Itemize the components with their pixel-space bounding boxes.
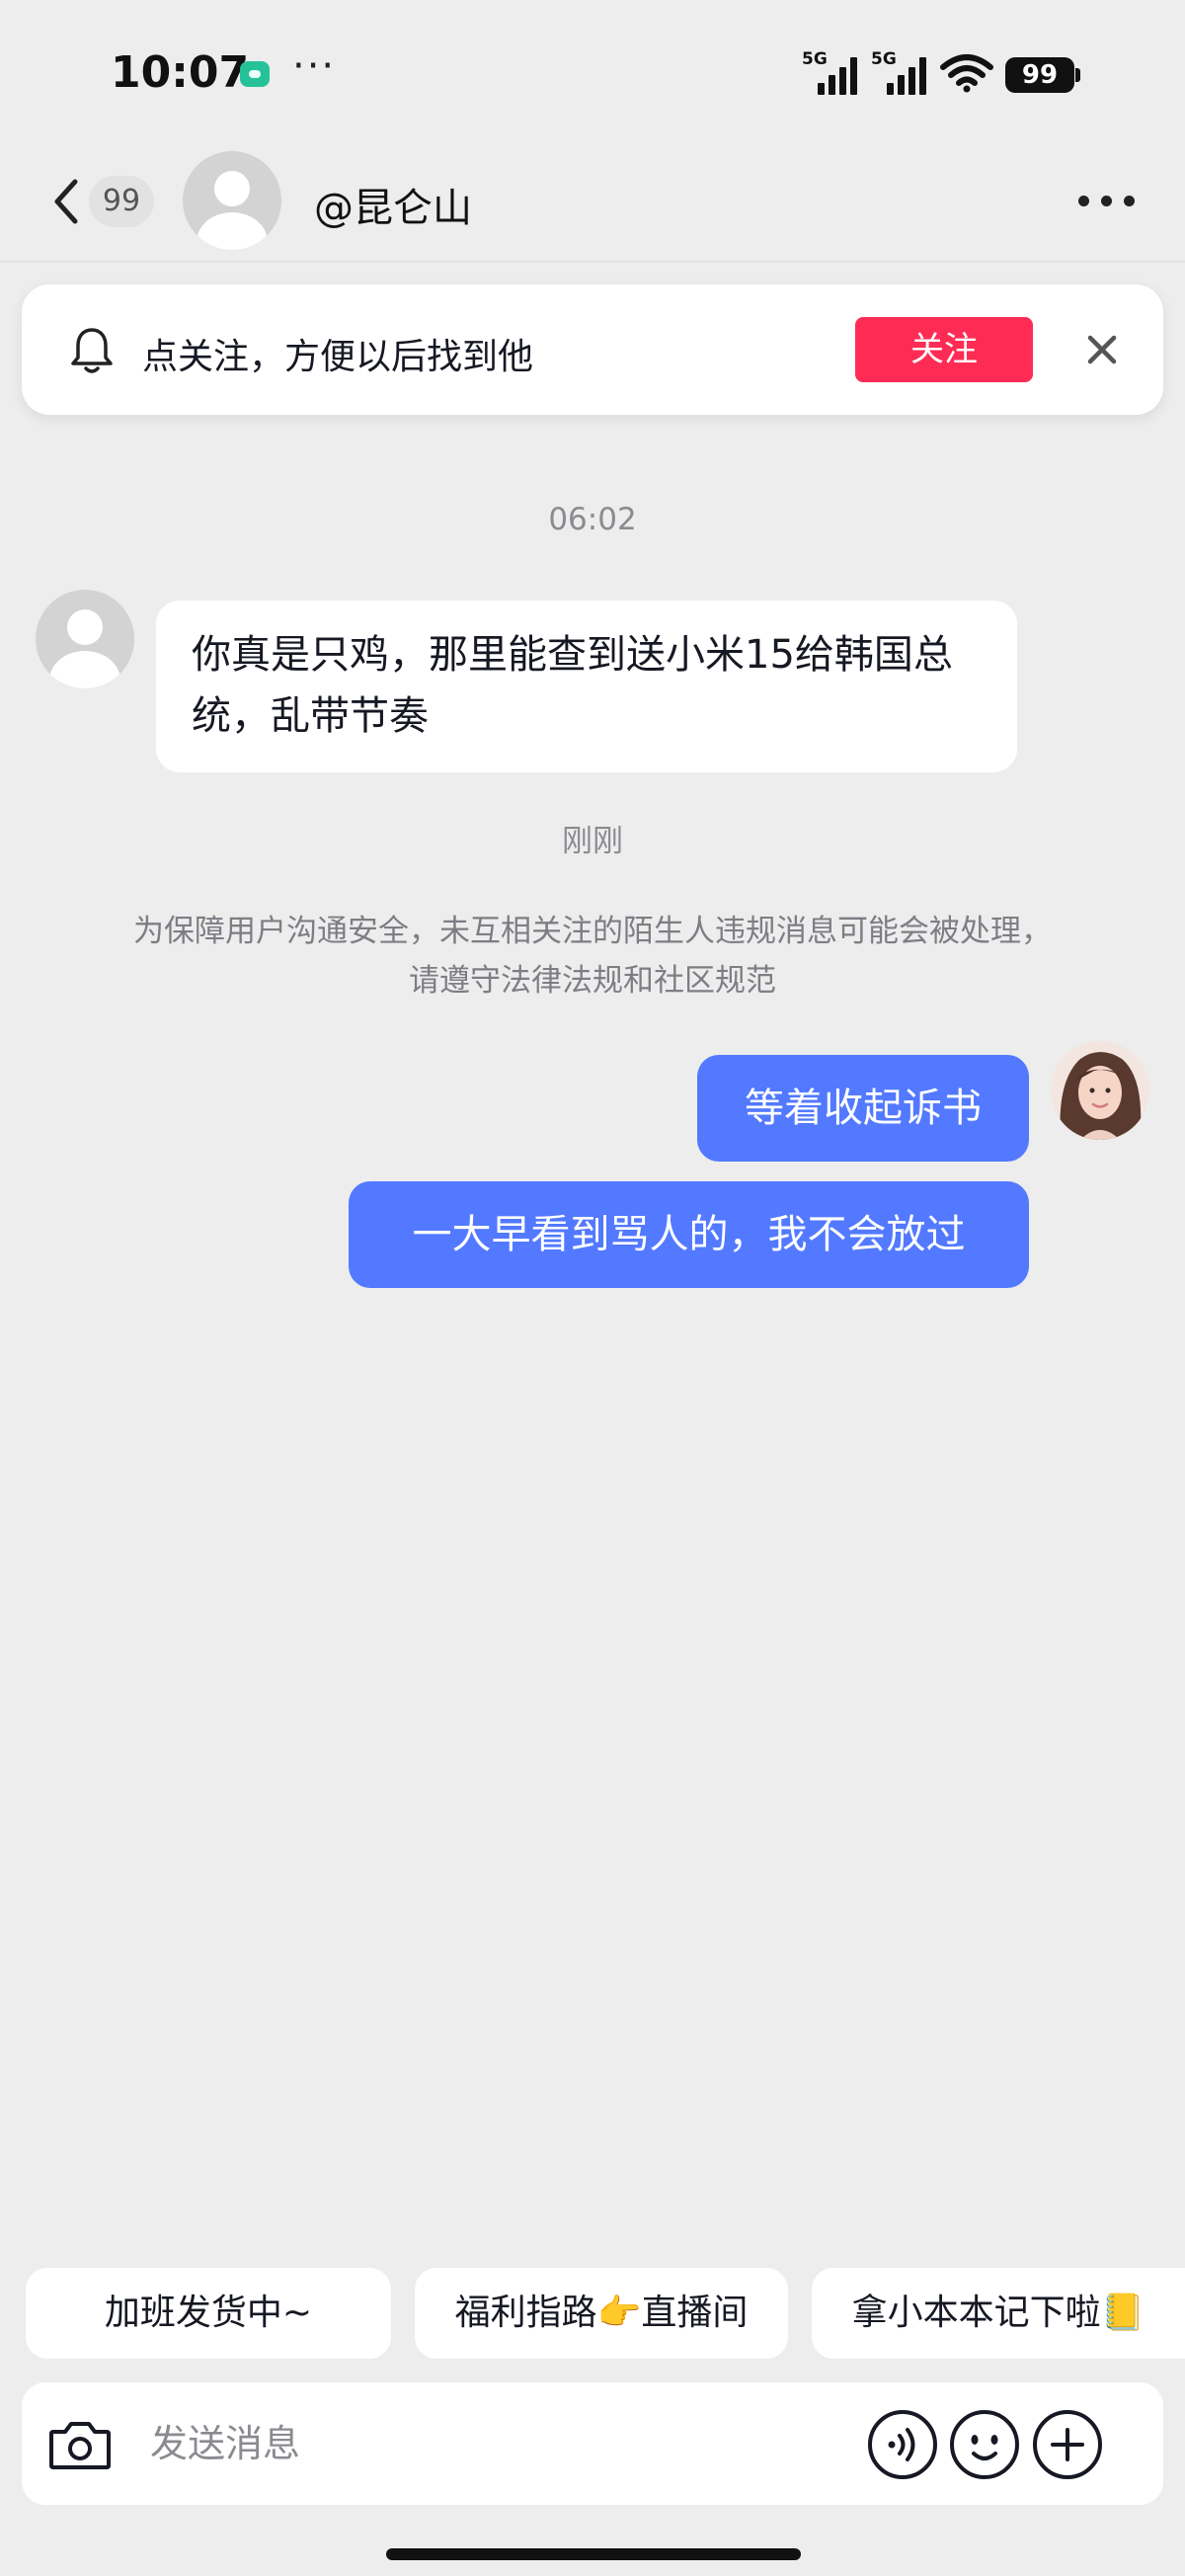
contact-name[interactable]: @昆仑山	[314, 176, 472, 233]
incoming-message-bubble[interactable]: 你真是只鸡，那里能查到送小米15给韩国总统，乱带节奏	[156, 601, 1017, 772]
quick-reply-chip[interactable]: 拿小本本记下啦📒	[812, 2268, 1185, 2359]
my-avatar[interactable]	[1051, 1041, 1149, 1140]
follow-button[interactable]: 关注	[855, 317, 1033, 382]
unread-count-badge[interactable]: 99	[89, 176, 154, 227]
voice-icon[interactable]	[866, 2408, 939, 2481]
quick-reply-chip[interactable]: 加班发货中~	[26, 2268, 391, 2359]
back-icon[interactable]	[47, 176, 87, 227]
user-photo	[1051, 1041, 1149, 1140]
wifi-icon	[940, 54, 993, 93]
quick-reply-chip[interactable]: 福利指路👉直播间	[415, 2268, 788, 2359]
home-indicator[interactable]	[386, 2548, 801, 2560]
header-divider	[0, 261, 1185, 263]
follow-banner: 点关注，方便以后找到他 关注	[22, 284, 1163, 415]
network-type-label: 5G	[871, 49, 897, 69]
safety-notice: 为保障用户沟通安全，未互相关注的陌生人违规消息可能会被处理，请遵守法律法规和社区…	[133, 914, 1052, 999]
bell-icon	[71, 328, 113, 373]
battery-icon: 99	[1005, 57, 1074, 93]
signal-icon: 5G	[871, 49, 932, 95]
status-more-indicator: ···	[292, 43, 337, 89]
camera-icon[interactable]	[43, 2408, 117, 2481]
message-composer	[22, 2382, 1163, 2505]
follow-prompt-text: 点关注，方便以后找到他	[142, 337, 534, 377]
emoji-icon[interactable]	[948, 2408, 1021, 2481]
wechat-icon	[240, 61, 270, 87]
message-input[interactable]	[150, 2408, 792, 2479]
plus-icon[interactable]	[1031, 2408, 1104, 2481]
message-timestamp: 刚刚	[562, 824, 623, 859]
outgoing-message-bubble[interactable]: 等着收起诉书	[697, 1055, 1029, 1162]
network-type-label: 5G	[802, 49, 828, 69]
contact-avatar[interactable]	[183, 151, 281, 250]
more-icon[interactable]	[1078, 196, 1138, 209]
close-icon[interactable]	[1082, 330, 1122, 369]
status-bar: 10:07 ··· 5G 5G 99	[0, 0, 1185, 148]
sender-avatar[interactable]	[36, 590, 134, 688]
outgoing-message-bubble[interactable]: 一大早看到骂人的，我不会放过	[349, 1181, 1029, 1288]
signal-icon: 5G	[802, 49, 863, 95]
battery-cap	[1075, 68, 1080, 82]
message-timestamp: 06:02	[548, 502, 637, 537]
status-time: 10:07	[111, 47, 250, 98]
